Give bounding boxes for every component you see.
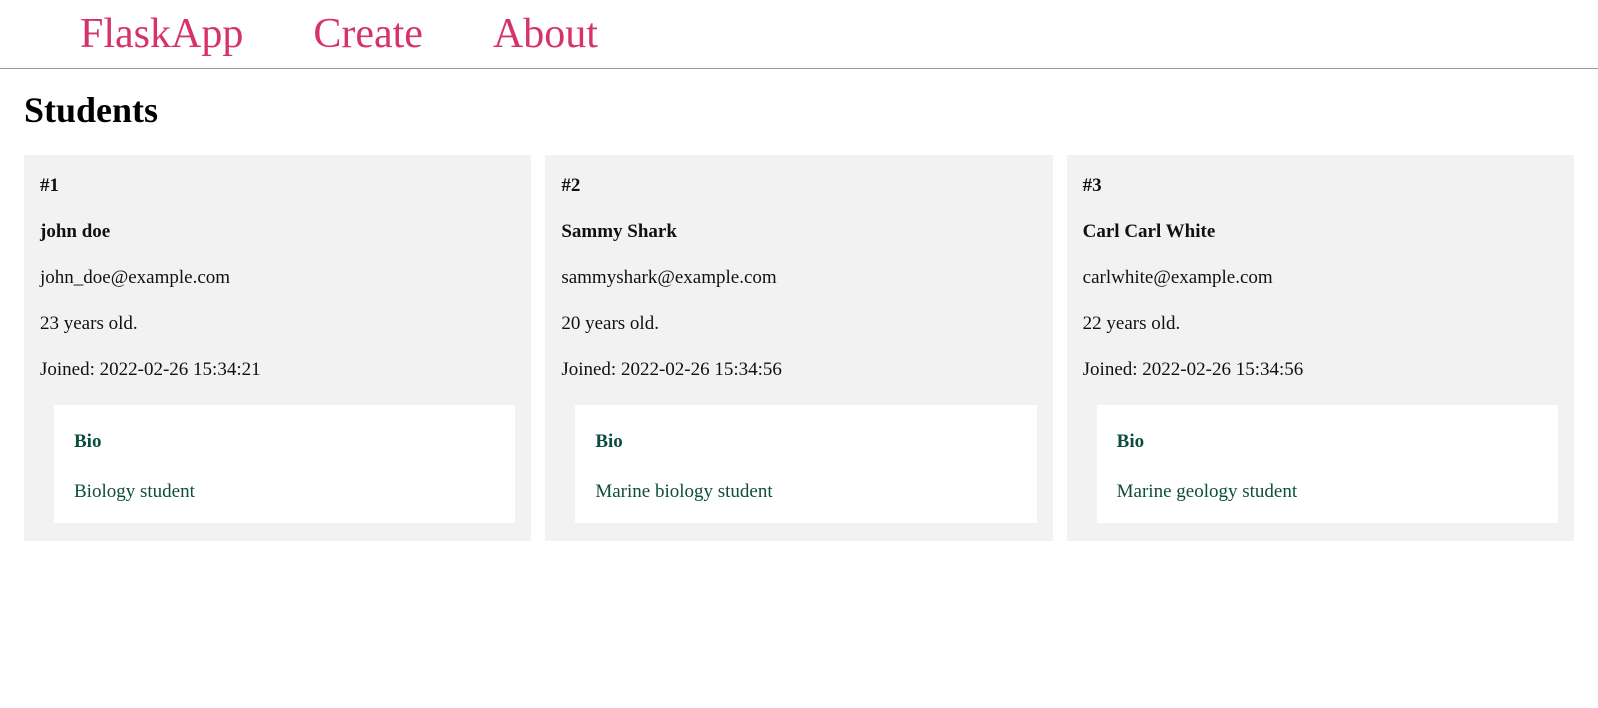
student-id: #3 <box>1083 175 1558 197</box>
bio-label: Bio <box>74 431 495 453</box>
bio-text: Marine geology student <box>1117 481 1538 503</box>
navbar: FlaskApp Create About <box>0 0 1598 68</box>
student-joined: Joined: 2022-02-26 15:34:21 <box>40 359 515 381</box>
bio-text: Marine biology student <box>595 481 1016 503</box>
student-joined: Joined: 2022-02-26 15:34:56 <box>561 359 1036 381</box>
bio-box: Bio Biology student <box>54 405 515 523</box>
student-joined: Joined: 2022-02-26 15:34:56 <box>1083 359 1558 381</box>
student-name: Sammy Shark <box>561 221 1036 243</box>
nav-brand-link[interactable]: FlaskApp <box>80 10 243 58</box>
student-card: #1 john doe john_doe@example.com 23 year… <box>24 155 531 541</box>
student-id: #2 <box>561 175 1036 197</box>
student-card: #2 Sammy Shark sammyshark@example.com 20… <box>545 155 1052 541</box>
student-name: john doe <box>40 221 515 243</box>
main-content: Students #1 john doe john_doe@example.co… <box>0 69 1598 561</box>
bio-label: Bio <box>1117 431 1538 453</box>
student-id: #1 <box>40 175 515 197</box>
student-email: sammyshark@example.com <box>561 267 1036 289</box>
student-email: john_doe@example.com <box>40 267 515 289</box>
bio-label: Bio <box>595 431 1016 453</box>
bio-box: Bio Marine biology student <box>575 405 1036 523</box>
student-age: 23 years old. <box>40 313 515 335</box>
bio-box: Bio Marine geology student <box>1097 405 1558 523</box>
nav-create-link[interactable]: Create <box>313 10 423 58</box>
nav-about-link[interactable]: About <box>493 10 598 58</box>
student-age: 20 years old. <box>561 313 1036 335</box>
student-cards: #1 john doe john_doe@example.com 23 year… <box>24 155 1574 541</box>
student-card: #3 Carl Carl White carlwhite@example.com… <box>1067 155 1574 541</box>
page-title: Students <box>24 89 1574 131</box>
bio-text: Biology student <box>74 481 495 503</box>
student-name: Carl Carl White <box>1083 221 1558 243</box>
student-email: carlwhite@example.com <box>1083 267 1558 289</box>
student-age: 22 years old. <box>1083 313 1558 335</box>
